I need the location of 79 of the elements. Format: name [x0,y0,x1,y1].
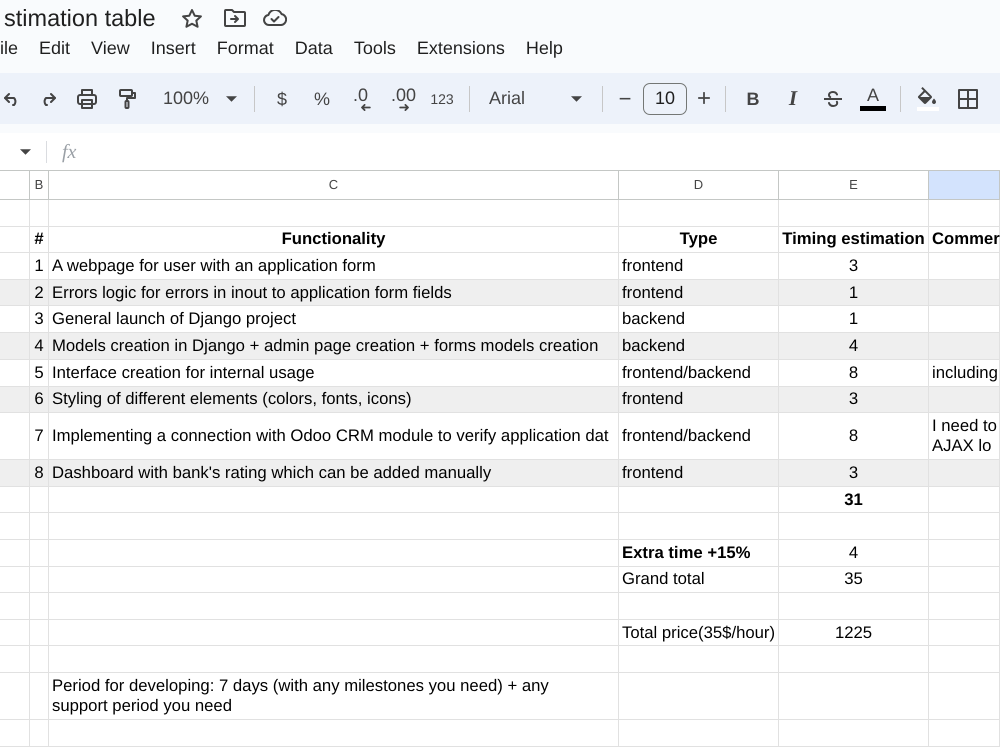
star-icon[interactable] [182,8,202,28]
table-cell: Period for developing: 7 days (with any milestones you need) + any support period you need [49,672,619,720]
table-cell: 31 [779,486,929,514]
empty-cell [30,620,49,646]
empty-cell [30,513,49,540]
empty-cell [929,620,1000,646]
font-dropdown[interactable]: Arial [480,82,592,116]
arrow-left-icon [360,104,371,111]
empty-cell [929,672,1000,720]
empty-cell [929,646,1000,673]
table-cell: 35 [779,566,929,594]
empty-cell [0,566,30,594]
table-cell: 4 [779,540,929,567]
increase-font-size-button[interactable]: + [693,82,715,116]
empty-cell [30,720,49,746]
printer-icon [77,88,97,108]
text-color-button[interactable]: A [856,82,890,116]
caret-icon [226,96,237,102]
table-cell: Dashboard with bank's rating which can be added manually [49,460,619,487]
percent-button[interactable]: % [305,82,339,116]
menu-item[interactable]: Tools [354,37,396,59]
empty-cell [30,646,49,673]
decrease-font-size-button[interactable]: − [613,82,637,116]
table-cell: 3 [779,460,929,487]
font-size-field[interactable]: 10 [643,82,687,114]
empty-cell [0,593,30,620]
zoom-dropdown[interactable]: 100% [150,82,244,116]
swatch-icon [860,106,886,111]
menu-item[interactable]: View [91,37,130,59]
paint-bucket-icon [917,86,939,110]
italic-button[interactable]: I [776,82,810,116]
empty-cell [30,540,49,567]
empty-cell [30,486,49,514]
fx-label: fx [62,142,76,162]
folder-arrow-icon[interactable] [224,9,246,27]
table-cell: Total price(35$/hour) [619,620,779,646]
table-cell: frontend [619,460,779,487]
table-cell: Extra time +15% [619,540,779,567]
menu-item[interactable]: Insert [150,37,196,59]
empty-cell [929,540,1000,567]
decrease-decimals-button[interactable]: .0 [345,82,379,116]
empty-cell [30,566,49,594]
table-cell: 8 [30,460,49,487]
empty-cell [30,672,49,720]
strikethrough-icon [824,90,842,108]
menu-item[interactable]: Help [526,37,563,59]
empty-cell [929,566,1000,594]
menu-item[interactable]: Format [216,37,274,59]
menu-item[interactable]: Data [294,37,333,59]
arrow-right-icon [399,104,410,111]
empty-cell [929,513,1000,540]
borders-icon [958,88,978,108]
currency-button[interactable]: $ [265,82,299,116]
menu-item[interactable]: Extensions [416,37,505,59]
empty-cell [0,540,30,567]
table-cell: Grand total [619,566,779,594]
empty-cell [929,486,1000,514]
empty-cell [0,620,30,646]
empty-cell [0,486,30,514]
increase-decimals-button[interactable]: .00 [385,82,419,116]
empty-cell [929,200,1000,227]
caret-icon [571,96,582,102]
number-format-button[interactable]: 123 [425,82,459,116]
empty-cell [929,593,1000,620]
menu-item[interactable]: ile [0,37,18,59]
menu-item[interactable]: Edit [39,37,70,59]
cloud-check-icon[interactable] [262,10,287,26]
empty-cell [0,720,30,746]
empty-cell [30,593,49,620]
paint-roller-icon [118,88,136,108]
caret-icon[interactable] [20,148,31,154]
empty-cell [929,720,1000,746]
bold-button[interactable]: B [736,82,770,116]
table-cell: 1225 [779,620,929,646]
empty-cell [0,672,30,720]
empty-cell [0,200,30,227]
empty-cell [0,513,30,540]
document-title[interactable]: stimation table [4,4,156,32]
empty-cell [0,646,30,673]
